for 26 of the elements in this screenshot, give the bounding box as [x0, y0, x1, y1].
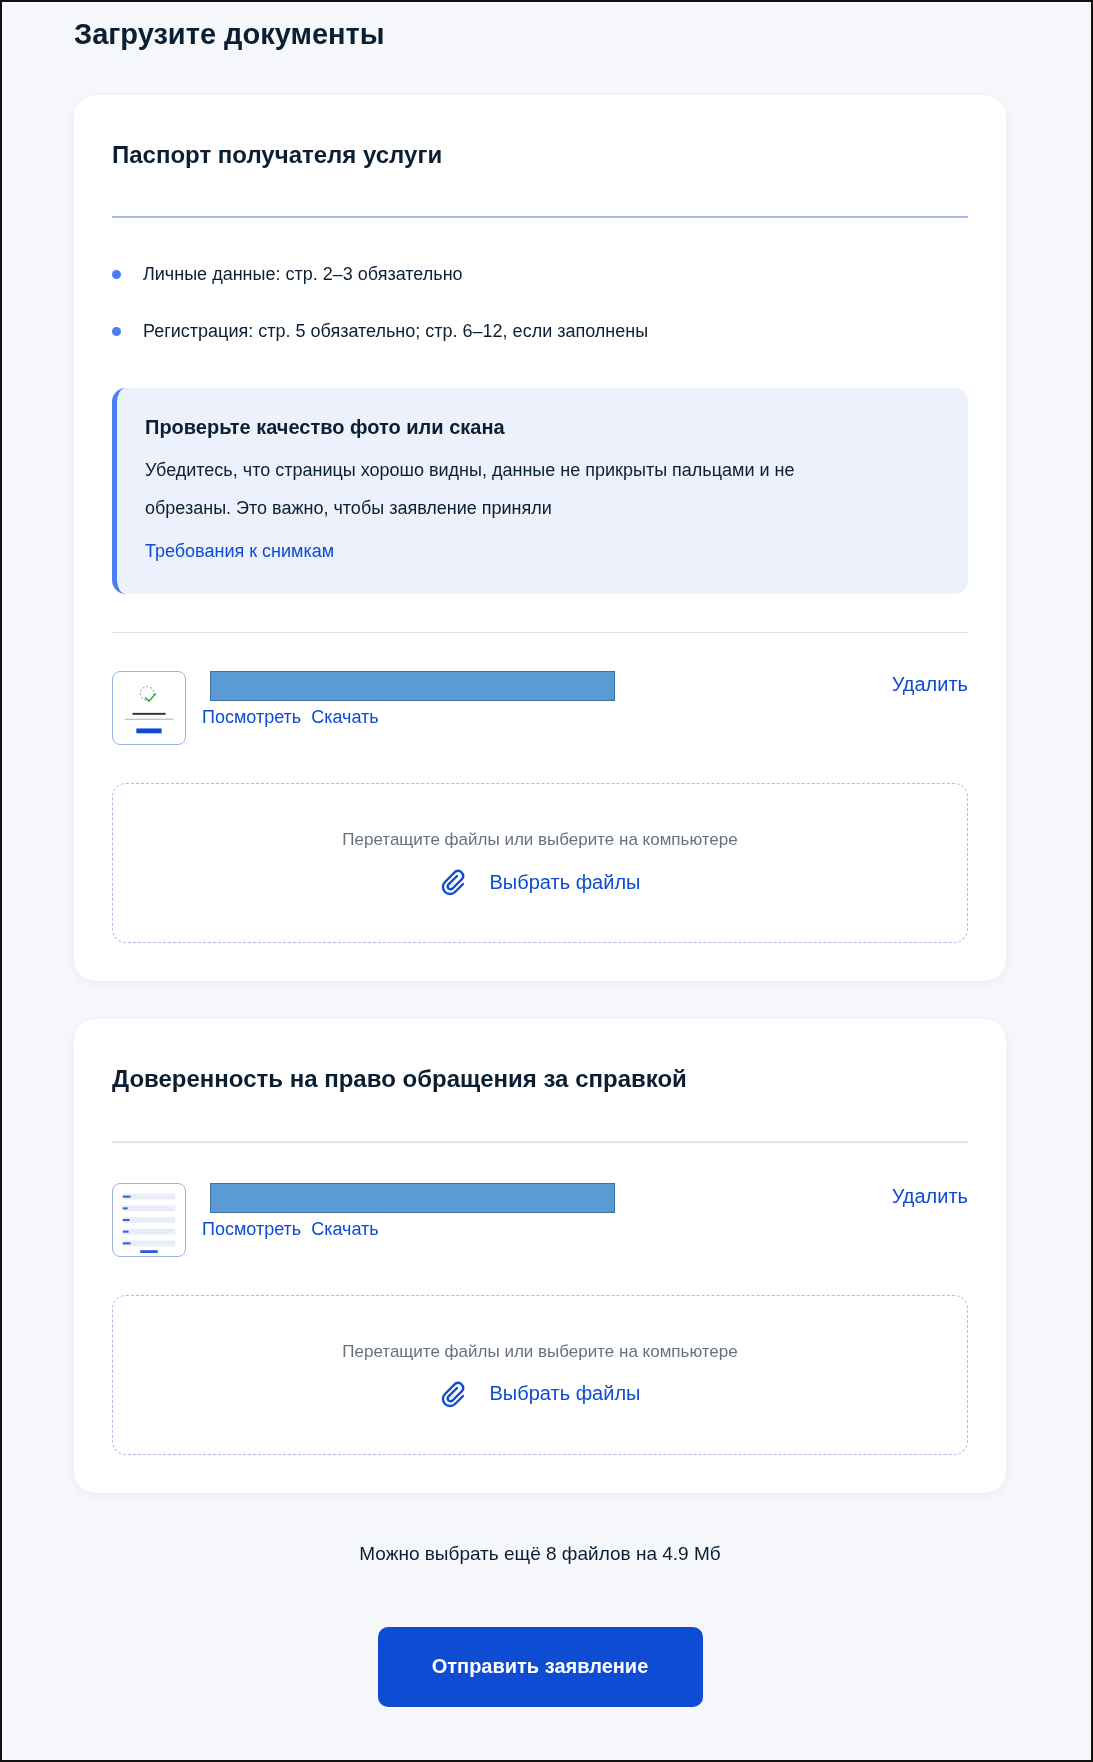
download-link[interactable]: Скачать: [311, 707, 379, 728]
file-limit-note: Можно выбрать ещё 8 файлов на 4.9 Мб: [358, 1542, 722, 1565]
delete-link[interactable]: Удалить: [891, 1182, 968, 1208]
delete-link[interactable]: Удалить: [891, 671, 968, 696]
requirement-text: Личные данные: стр. 2–3 обязательно: [143, 263, 463, 285]
choose-files-button[interactable]: Выбрать файлы: [439, 1379, 641, 1408]
choose-files-button[interactable]: Выбрать файлы: [439, 868, 641, 896]
drop-zone[interactable]: Перетащите файлы или выберите на компьютере Выбрать файлы: [112, 783, 968, 943]
notice-title: Проверьте качество фото или скана: [145, 415, 506, 439]
view-link[interactable]: Посмотреть: [202, 707, 302, 728]
page-title: Загрузите документы: [74, 18, 386, 51]
card-heading: Доверенность на право обращения за справкой: [112, 1064, 688, 1093]
download-link[interactable]: Скачать: [311, 1218, 379, 1240]
requirements-link[interactable]: Требования к снимкам: [145, 540, 335, 562]
card-heading: Паспорт получателя услуги: [112, 140, 444, 169]
requirement-text: Регистрация: стр. 5 обязательно; стр. 6–12, если заполнены: [143, 320, 649, 342]
drop-hint: Перетащите файлы или выберите на компьютере: [342, 830, 738, 850]
drop-zone[interactable]: Перетащите файлы или выберите на компьютере Выбрать файлы: [112, 1294, 968, 1455]
submit-button[interactable]: Отправить заявление: [377, 1626, 703, 1707]
bullet-icon: [112, 326, 121, 336]
document-thumbnail-icon[interactable]: [112, 671, 186, 745]
bullet-icon: [112, 269, 121, 279]
view-link[interactable]: Посмотреть: [202, 1218, 302, 1240]
document-thumbnail-icon[interactable]: [112, 1182, 186, 1257]
notice-text: Убедитесь, что страницы хорошо видны, данные не прикрыты пальцами и не обрезаны. Это важно, чтобы заявление приняли: [145, 458, 795, 520]
drop-hint: Перетащите файлы или выберите на компьютере: [342, 1341, 738, 1362]
